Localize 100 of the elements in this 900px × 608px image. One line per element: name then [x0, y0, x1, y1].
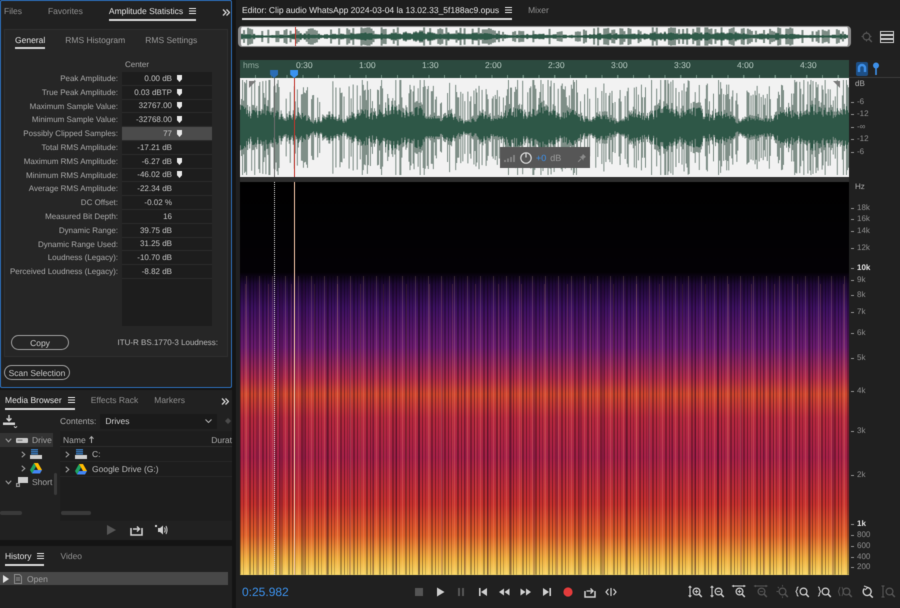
- panel-tab[interactable]: Amplitude Statistics: [108, 6, 196, 21]
- menu-icon[interactable]: [68, 397, 75, 403]
- panel-tab[interactable]: Favorites: [48, 6, 83, 21]
- panel-tab[interactable]: Mixer: [528, 5, 549, 20]
- time-label: 4:00: [737, 61, 754, 70]
- stat-value[interactable]: 32767.00: [122, 100, 212, 114]
- menu-icon[interactable]: [189, 8, 196, 14]
- fast-forward-icon[interactable]: [520, 586, 532, 598]
- axis-label: 12k: [857, 243, 870, 253]
- knob-icon[interactable]: [520, 152, 532, 164]
- time-label: 4:30: [800, 61, 817, 70]
- sub-tab[interactable]: General: [15, 35, 46, 49]
- document-icon: [14, 574, 22, 584]
- axis-label: 800: [857, 530, 870, 540]
- stat-value[interactable]: -10.70 dB: [122, 251, 212, 266]
- marker-icon[interactable]: [270, 70, 278, 78]
- time-display: 0:25.982: [241, 584, 290, 598]
- column-header[interactable]: Durat: [211, 434, 232, 444]
- chevron-down-icon[interactable]: [5, 480, 12, 484]
- menu-icon[interactable]: [37, 553, 44, 559]
- axis-label: 4k: [857, 386, 866, 396]
- stat-value[interactable]: 0.00 dB: [122, 72, 212, 86]
- pin-icon[interactable]: [872, 62, 880, 76]
- sub-tab[interactable]: RMS Settings: [145, 35, 198, 49]
- stat-value[interactable]: 77: [122, 127, 212, 141]
- scan-selection-button[interactable]: Scan Selection: [4, 365, 70, 380]
- speaker-icon[interactable]: [154, 524, 168, 536]
- tree-item[interactable]: Short: [0, 475, 53, 489]
- tray-arrow-icon[interactable]: [584, 586, 596, 598]
- panel-tab[interactable]: Video: [60, 551, 82, 566]
- stat-value[interactable]: 0.03 dBTP: [122, 86, 212, 100]
- vertical-zoom-in-icon[interactable]: [688, 585, 704, 598]
- horizontal-zoom-in-icon[interactable]: [731, 585, 746, 598]
- stat-value[interactable]: 31.25 dB: [122, 238, 212, 252]
- bracket-zoom-icon[interactable]: [795, 585, 810, 598]
- stat-label: Possibly Clipped Samples:: [22, 128, 119, 140]
- panel-tab[interactable]: Files: [4, 6, 22, 21]
- file-row[interactable]: C:: [60, 447, 232, 462]
- import-icon[interactable]: [3, 414, 18, 428]
- vertical-zoom-out-icon[interactable]: [710, 585, 725, 598]
- hard-disk-icon: [75, 449, 87, 459]
- stat-label: Loudness (Legacy):: [46, 252, 119, 264]
- double-chevron-icon[interactable]: [221, 398, 229, 404]
- bracket-zoom-icon[interactable]: [816, 585, 832, 598]
- record-icon[interactable]: [562, 586, 574, 598]
- fade-handle-icon[interactable]: [249, 81, 256, 88]
- skip-back-icon[interactable]: [476, 586, 489, 598]
- panels-icon[interactable]: [880, 30, 894, 42]
- bracket-arrows-icon[interactable]: [605, 586, 618, 598]
- stat-label: Total RMS Amplitude:: [40, 142, 119, 154]
- stat-value[interactable]: 16: [122, 210, 212, 224]
- stat-value[interactable]: -6.27 dB: [122, 154, 212, 169]
- stat-value[interactable]: 39.75 dB: [122, 224, 212, 238]
- playhead-icon[interactable]: [290, 70, 298, 78]
- panel-tab[interactable]: History: [5, 551, 44, 566]
- chevron-right-icon[interactable]: [65, 466, 70, 472]
- stat-value[interactable]: -46.02 dB: [122, 168, 212, 182]
- stat-label: Average RMS Amplitude:: [28, 183, 119, 196]
- stat-value[interactable]: -8.82 dB: [122, 265, 212, 279]
- double-chevron-icon[interactable]: [222, 8, 230, 16]
- time-label: 1:00: [359, 61, 376, 70]
- stat-label: Perceived Loudness (Legacy):: [8, 266, 119, 278]
- chevron-right-icon[interactable]: [65, 450, 70, 458]
- fade-handle-icon[interactable]: [833, 81, 840, 88]
- tree-item[interactable]: Drive: [0, 433, 53, 447]
- chevron-right-icon[interactable]: [21, 450, 26, 458]
- copy-button[interactable]: Copy: [11, 335, 69, 350]
- stat-value[interactable]: -0.02 %: [122, 196, 212, 210]
- skip-forward-icon[interactable]: [540, 586, 553, 598]
- column-header[interactable]: Name: [63, 434, 94, 444]
- menu-icon[interactable]: [505, 7, 512, 13]
- chevron-right-icon[interactable]: [21, 464, 26, 472]
- axis-label: 16k: [857, 214, 870, 224]
- axis-label: 18k: [857, 203, 870, 213]
- contents-dropdown[interactable]: Drives: [100, 414, 218, 428]
- panel-tab[interactable]: Editor: Clip audio WhatsApp 2024-03-04 la 13.02.33_5f188ac9.opus: [242, 5, 512, 20]
- panel-tab[interactable]: Effects Rack: [90, 395, 138, 410]
- history-item[interactable]: Open: [0, 572, 228, 585]
- axis-label: 10k: [857, 263, 870, 273]
- horizontal-scrollbar[interactable]: [240, 177, 849, 182]
- sub-tab[interactable]: RMS Histogram: [65, 35, 126, 49]
- axis-label: 200: [857, 562, 870, 572]
- timeline-ruler[interactable]: hms 0:30 1:00 1:30 2:00 2:30 3:00 3:30 4:00 4:30: [240, 60, 849, 78]
- stat-label: True Peak Amplitude:: [40, 86, 119, 99]
- axis-label: 3k: [857, 426, 866, 436]
- stat-value[interactable]: -22.34 dB: [122, 182, 212, 196]
- chevron-down-icon[interactable]: [5, 438, 12, 442]
- panel-tab[interactable]: Media Browser: [5, 395, 75, 410]
- hard-disk-icon: [30, 449, 42, 459]
- tray-arrow-icon[interactable]: [130, 524, 142, 536]
- file-row[interactable]: Google Drive (G:): [60, 462, 232, 477]
- axis-label: -6: [857, 97, 864, 107]
- rewind-icon[interactable]: [498, 586, 510, 598]
- panel-tab[interactable]: Markers: [154, 395, 185, 410]
- play-icon[interactable]: [434, 586, 446, 598]
- stat-label: DC Offset:: [80, 197, 119, 210]
- tricolor-triangle-icon: [75, 464, 87, 474]
- stat-value[interactable]: -17.21 dB: [122, 140, 212, 155]
- magnet-icon[interactable]: [856, 62, 868, 76]
- axis-label: 600: [857, 541, 870, 551]
